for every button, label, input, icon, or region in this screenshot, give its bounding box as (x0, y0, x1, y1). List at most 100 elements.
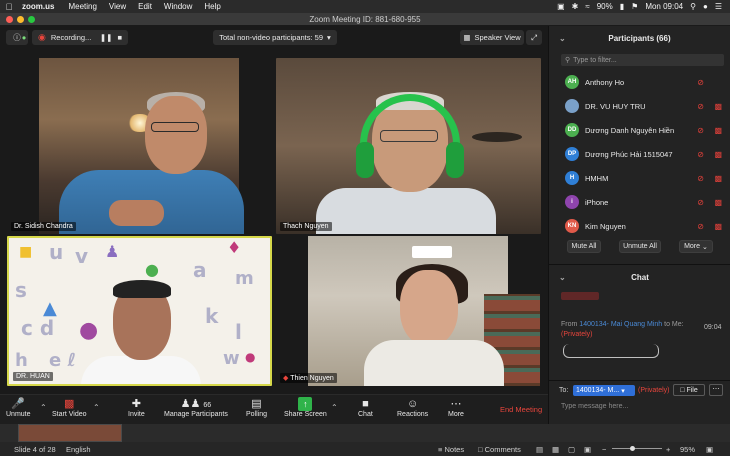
unmute-all-button[interactable]: Unmute All (619, 240, 661, 253)
participant-row[interactable]: DP Dương Phúc Hải 1515047 ⊘ ▩ (549, 142, 730, 166)
slide-counter: Slide 4 of 28 (14, 445, 56, 454)
video-options-caret-icon[interactable]: ⌃ (93, 403, 100, 412)
battery-icon[interactable]: ▮ (620, 2, 624, 11)
menu-app-name[interactable]: zoom.us (22, 2, 54, 11)
more-label: More (448, 411, 464, 418)
menubar-clock[interactable]: Mon 09:04 (645, 2, 683, 11)
reactions-button[interactable]: ☺ Reactions (397, 397, 428, 418)
battery-percent[interactable]: 90% (597, 2, 613, 11)
video-tile-huan[interactable]: ■ u v ♟ ● a ♦ m s ▲ c d ● k l h e ℓ w ● … (7, 236, 272, 386)
recording-indicator[interactable]: ◉ Recording... ❚❚ ■ (32, 30, 128, 45)
slideshow-icon[interactable]: ▣ (584, 445, 591, 454)
video-tile-sidish[interactable]: Dr. Sidish Chandra (7, 58, 272, 234)
bluetooth-icon[interactable]: ✱ (572, 2, 579, 11)
slide-thumbnail[interactable] (18, 424, 122, 442)
pause-recording-icon[interactable]: ❚❚ (100, 33, 113, 42)
zoom-in-icon[interactable]: + (666, 445, 670, 454)
participant-row[interactable]: KN Kim Nguyen ⊘ ▩ (549, 214, 730, 238)
more-chat-options-icon[interactable]: ⋯ (709, 384, 723, 396)
participant-row[interactable]: i iPhone ⊘ ▩ (549, 190, 730, 214)
file-button[interactable]: □ File (673, 384, 705, 396)
notes-button[interactable]: ≡ Notes (438, 445, 464, 454)
zoom-level[interactable]: 95% (680, 445, 695, 454)
menu-list-icon[interactable]: ☰ (715, 2, 722, 11)
menu-help[interactable]: Help (204, 2, 220, 11)
video-feed (308, 236, 540, 386)
participant-name-text: Thien Nguyen (290, 375, 334, 382)
more-dots-icon: ⋯ (450, 398, 462, 410)
language-indicator[interactable]: English (66, 445, 91, 454)
video-off-icon: ▩ (714, 101, 722, 111)
start-video-button[interactable]: ▩ Start Video (52, 397, 87, 418)
flag-icon[interactable]: ⚑ (631, 2, 638, 11)
slide-sorter-icon[interactable]: ▦ (552, 445, 559, 454)
menu-edit[interactable]: Edit (138, 2, 152, 11)
collapse-chevron-icon[interactable]: ⌄ (559, 34, 566, 43)
collapse-chevron-icon[interactable]: ⌄ (559, 273, 566, 282)
menu-meeting[interactable]: Meeting (68, 2, 96, 11)
lock-icon[interactable]: ● (19, 30, 29, 45)
share-screen-button[interactable]: ↑ Share Screen (284, 397, 327, 418)
fullscreen-icon[interactable]: ⤢ (526, 30, 542, 45)
muted-mic-icon: 🎤 (11, 398, 26, 410)
participant-name-label: DR. HUAN (13, 372, 53, 381)
user-icon[interactable]: ● (703, 2, 708, 11)
participant-name: Anthony Ho (585, 77, 625, 87)
chat-message-input[interactable]: Type message here... (561, 403, 628, 410)
redacted-message (561, 292, 599, 300)
video-tile-thien[interactable]: ◆ Thien Nguyen (276, 236, 541, 386)
reading-view-icon[interactable]: ▢ (568, 445, 575, 454)
apple-icon[interactable]:  (0, 2, 18, 12)
participant-row[interactable]: AH Anthony Ho ⊘ (549, 70, 730, 94)
participant-name: HMHM (585, 173, 609, 183)
share-screen-label: Share Screen (284, 411, 327, 418)
zoom-slider-thumb[interactable] (630, 446, 635, 451)
fit-slide-icon[interactable]: ▣ (706, 445, 713, 454)
message-sender[interactable]: 1400134- Mai Quang Minh (579, 321, 662, 328)
message-from-prefix: From (561, 321, 578, 328)
video-tile-thach[interactable]: Thach Nguyen (276, 58, 541, 234)
avatar (565, 99, 579, 113)
comments-button[interactable]: □ Comments (478, 445, 521, 454)
more-button[interactable]: ⋯ More (448, 397, 464, 418)
avatar: KN (565, 219, 579, 233)
zoom-tray-icon[interactable]: ▣ (557, 2, 565, 11)
more-participant-options-button[interactable]: More ⌄ (679, 240, 713, 253)
zoom-slider[interactable] (612, 448, 662, 449)
comments-label: Comments (484, 445, 521, 454)
speaker-view-button[interactable]: ▦ Speaker View (460, 30, 524, 45)
share-options-caret-icon[interactable]: ⌃ (331, 403, 338, 412)
participant-list: AH Anthony Ho ⊘ DR. VU HUY TRU ⊘ ▩ DD Dương Dan… (549, 70, 730, 238)
wifi-icon[interactable]: ≈ (585, 2, 589, 11)
mute-all-button[interactable]: Mute All (567, 240, 601, 253)
participant-row[interactable]: H HMHM ⊘ ▩ (549, 166, 730, 190)
recipient-select[interactable]: 1400134- M... ▾ (573, 385, 635, 396)
meeting-toolbar: 🎤 Unmute ⌃ ▩ Start Video ⌃ ✚ Invite ♟♟ 6… (0, 394, 548, 424)
stop-recording-icon[interactable]: ■ (117, 33, 122, 42)
menu-view[interactable]: View (109, 2, 126, 11)
menu-window[interactable]: Window (164, 2, 192, 11)
participant-row[interactable]: DR. VU HUY TRU ⊘ ▩ (549, 94, 730, 118)
search-icon[interactable]: ⚲ (690, 2, 696, 11)
participant-name-label: ◆ Thien Nguyen (280, 373, 337, 383)
chevron-down-icon: ▾ (621, 387, 625, 395)
polling-button[interactable]: ▤ Polling (246, 397, 267, 418)
file-icon: □ (680, 386, 685, 394)
record-dot-icon: ◉ (38, 32, 46, 42)
chat-icon: ■ (362, 398, 369, 410)
avatar: i (565, 195, 579, 209)
audio-options-caret-icon[interactable]: ⌃ (40, 403, 47, 412)
reactions-label: Reactions (397, 411, 429, 418)
muted-mic-icon: ⊘ (697, 149, 704, 159)
manage-participants-button[interactable]: ♟♟ 66 Manage Participants (164, 397, 228, 418)
zoom-out-icon[interactable]: − (602, 445, 606, 454)
normal-view-icon[interactable]: ▤ (536, 445, 543, 454)
participant-filter-input[interactable]: ⚲ Type to filter... (561, 54, 724, 66)
chat-button[interactable]: ■ Chat (358, 397, 373, 418)
unmute-button[interactable]: 🎤 Unmute (6, 397, 31, 418)
invite-button[interactable]: ✚ Invite (128, 397, 145, 418)
non-video-participants-dropdown[interactable]: Total non-video participants: 59 ▾ (213, 30, 337, 45)
chat-label: Chat (358, 411, 373, 418)
participant-row[interactable]: DD Dương Danh Nguyên Hiền ⊘ ▩ (549, 118, 730, 142)
end-meeting-button[interactable]: End Meeting (500, 405, 542, 414)
